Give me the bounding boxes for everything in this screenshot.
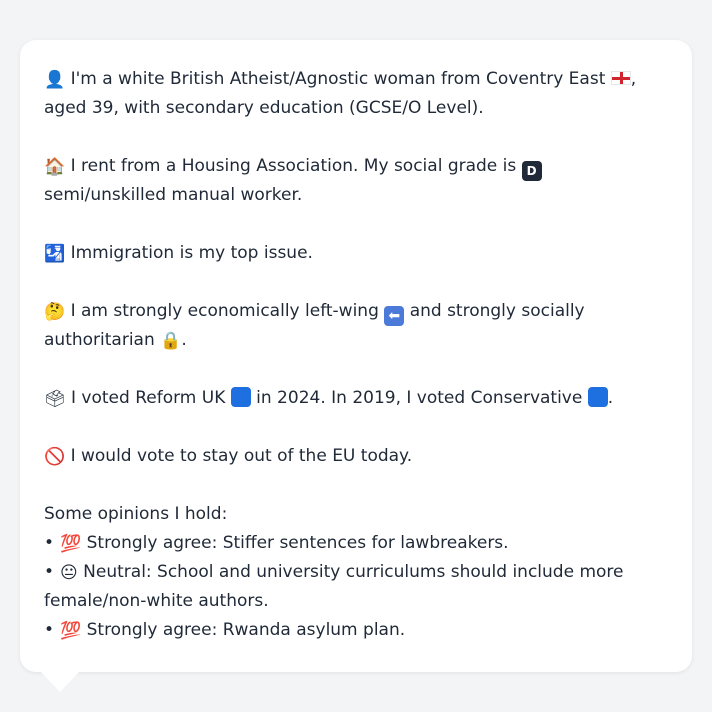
- ideology-text-a: I am strongly economically left-wing: [70, 301, 379, 321]
- identity-paragraph: 👤 I'm a white British Atheist/Agnostic w…: [44, 65, 668, 123]
- list-item: • 😐 Neutral: School and university curric…: [44, 558, 668, 616]
- passport-control-icon: 🛂: [44, 244, 66, 264]
- chat-bubble: 👤 I'm a white British Atheist/Agnostic w…: [20, 40, 692, 672]
- person-icon: 👤: [44, 70, 66, 90]
- thinking-face-icon: 🤔: [44, 302, 66, 322]
- top-issue-text: Immigration is my top issue.: [70, 243, 313, 263]
- voting-text-b: in 2024. In 2019, I voted Conservative: [256, 388, 583, 408]
- england-flag-icon: [610, 71, 631, 85]
- opinion-text: Neutral: School and university curriculu…: [44, 562, 624, 611]
- list-item: • 💯 Strongly agree: Rwanda asylum plan.: [44, 616, 668, 645]
- bubble-tail: [40, 671, 80, 692]
- conservative-square-icon: [587, 387, 608, 407]
- lock-icon: 🔒: [160, 331, 182, 351]
- ballot-box-icon: 🗳: [44, 389, 66, 409]
- ideology-text-c: .: [181, 330, 187, 350]
- housing-text-a: I rent from a Housing Association. My so…: [70, 156, 517, 176]
- bullet: •: [44, 533, 55, 553]
- housing-paragraph: 🏠 I rent from a Housing Association. My …: [44, 152, 668, 210]
- reform-uk-square-icon: [230, 387, 251, 407]
- hundred-points-icon: 💯: [60, 621, 82, 641]
- bullet: •: [44, 562, 55, 582]
- top-issue-paragraph: 🛂 Immigration is my top issue.: [44, 239, 668, 268]
- prohibited-icon: 🚫: [44, 447, 66, 467]
- eu-paragraph: 🚫 I would vote to stay out of the EU tod…: [44, 442, 668, 471]
- ideology-paragraph: 🤔 I am strongly economically left-wing ⬅…: [44, 297, 668, 355]
- house-icon: 🏠: [44, 157, 66, 177]
- neutral-face-icon: 😐: [60, 563, 78, 583]
- bullet: •: [44, 620, 55, 640]
- eu-text: I would vote to stay out of the EU today…: [70, 446, 413, 466]
- list-item: • 💯 Strongly agree: Stiffer sentences for…: [44, 529, 668, 558]
- opinion-text: Strongly agree: Stiffer sentences for la…: [86, 533, 509, 553]
- identity-text-a: I'm a white British Atheist/Agnostic wom…: [70, 69, 606, 89]
- opinion-text: Strongly agree: Rwanda asylum plan.: [86, 620, 406, 640]
- voting-text-a: I voted Reform UK: [71, 388, 226, 408]
- voting-text-c: .: [607, 388, 614, 408]
- hundred-points-icon: 💯: [60, 534, 82, 554]
- opinions-heading: Some opinions I hold:: [44, 504, 228, 524]
- grade-letter-icon: D: [521, 161, 542, 181]
- left-arrow-icon: ⬅: [384, 306, 405, 326]
- housing-text-b: semi/unskilled manual worker.: [44, 185, 303, 205]
- opinions-section: Some opinions I hold: • 💯 Strongly agree:…: [44, 500, 668, 645]
- voting-paragraph: 🗳 I voted Reform UK in 2024. In 2019, I …: [44, 384, 668, 413]
